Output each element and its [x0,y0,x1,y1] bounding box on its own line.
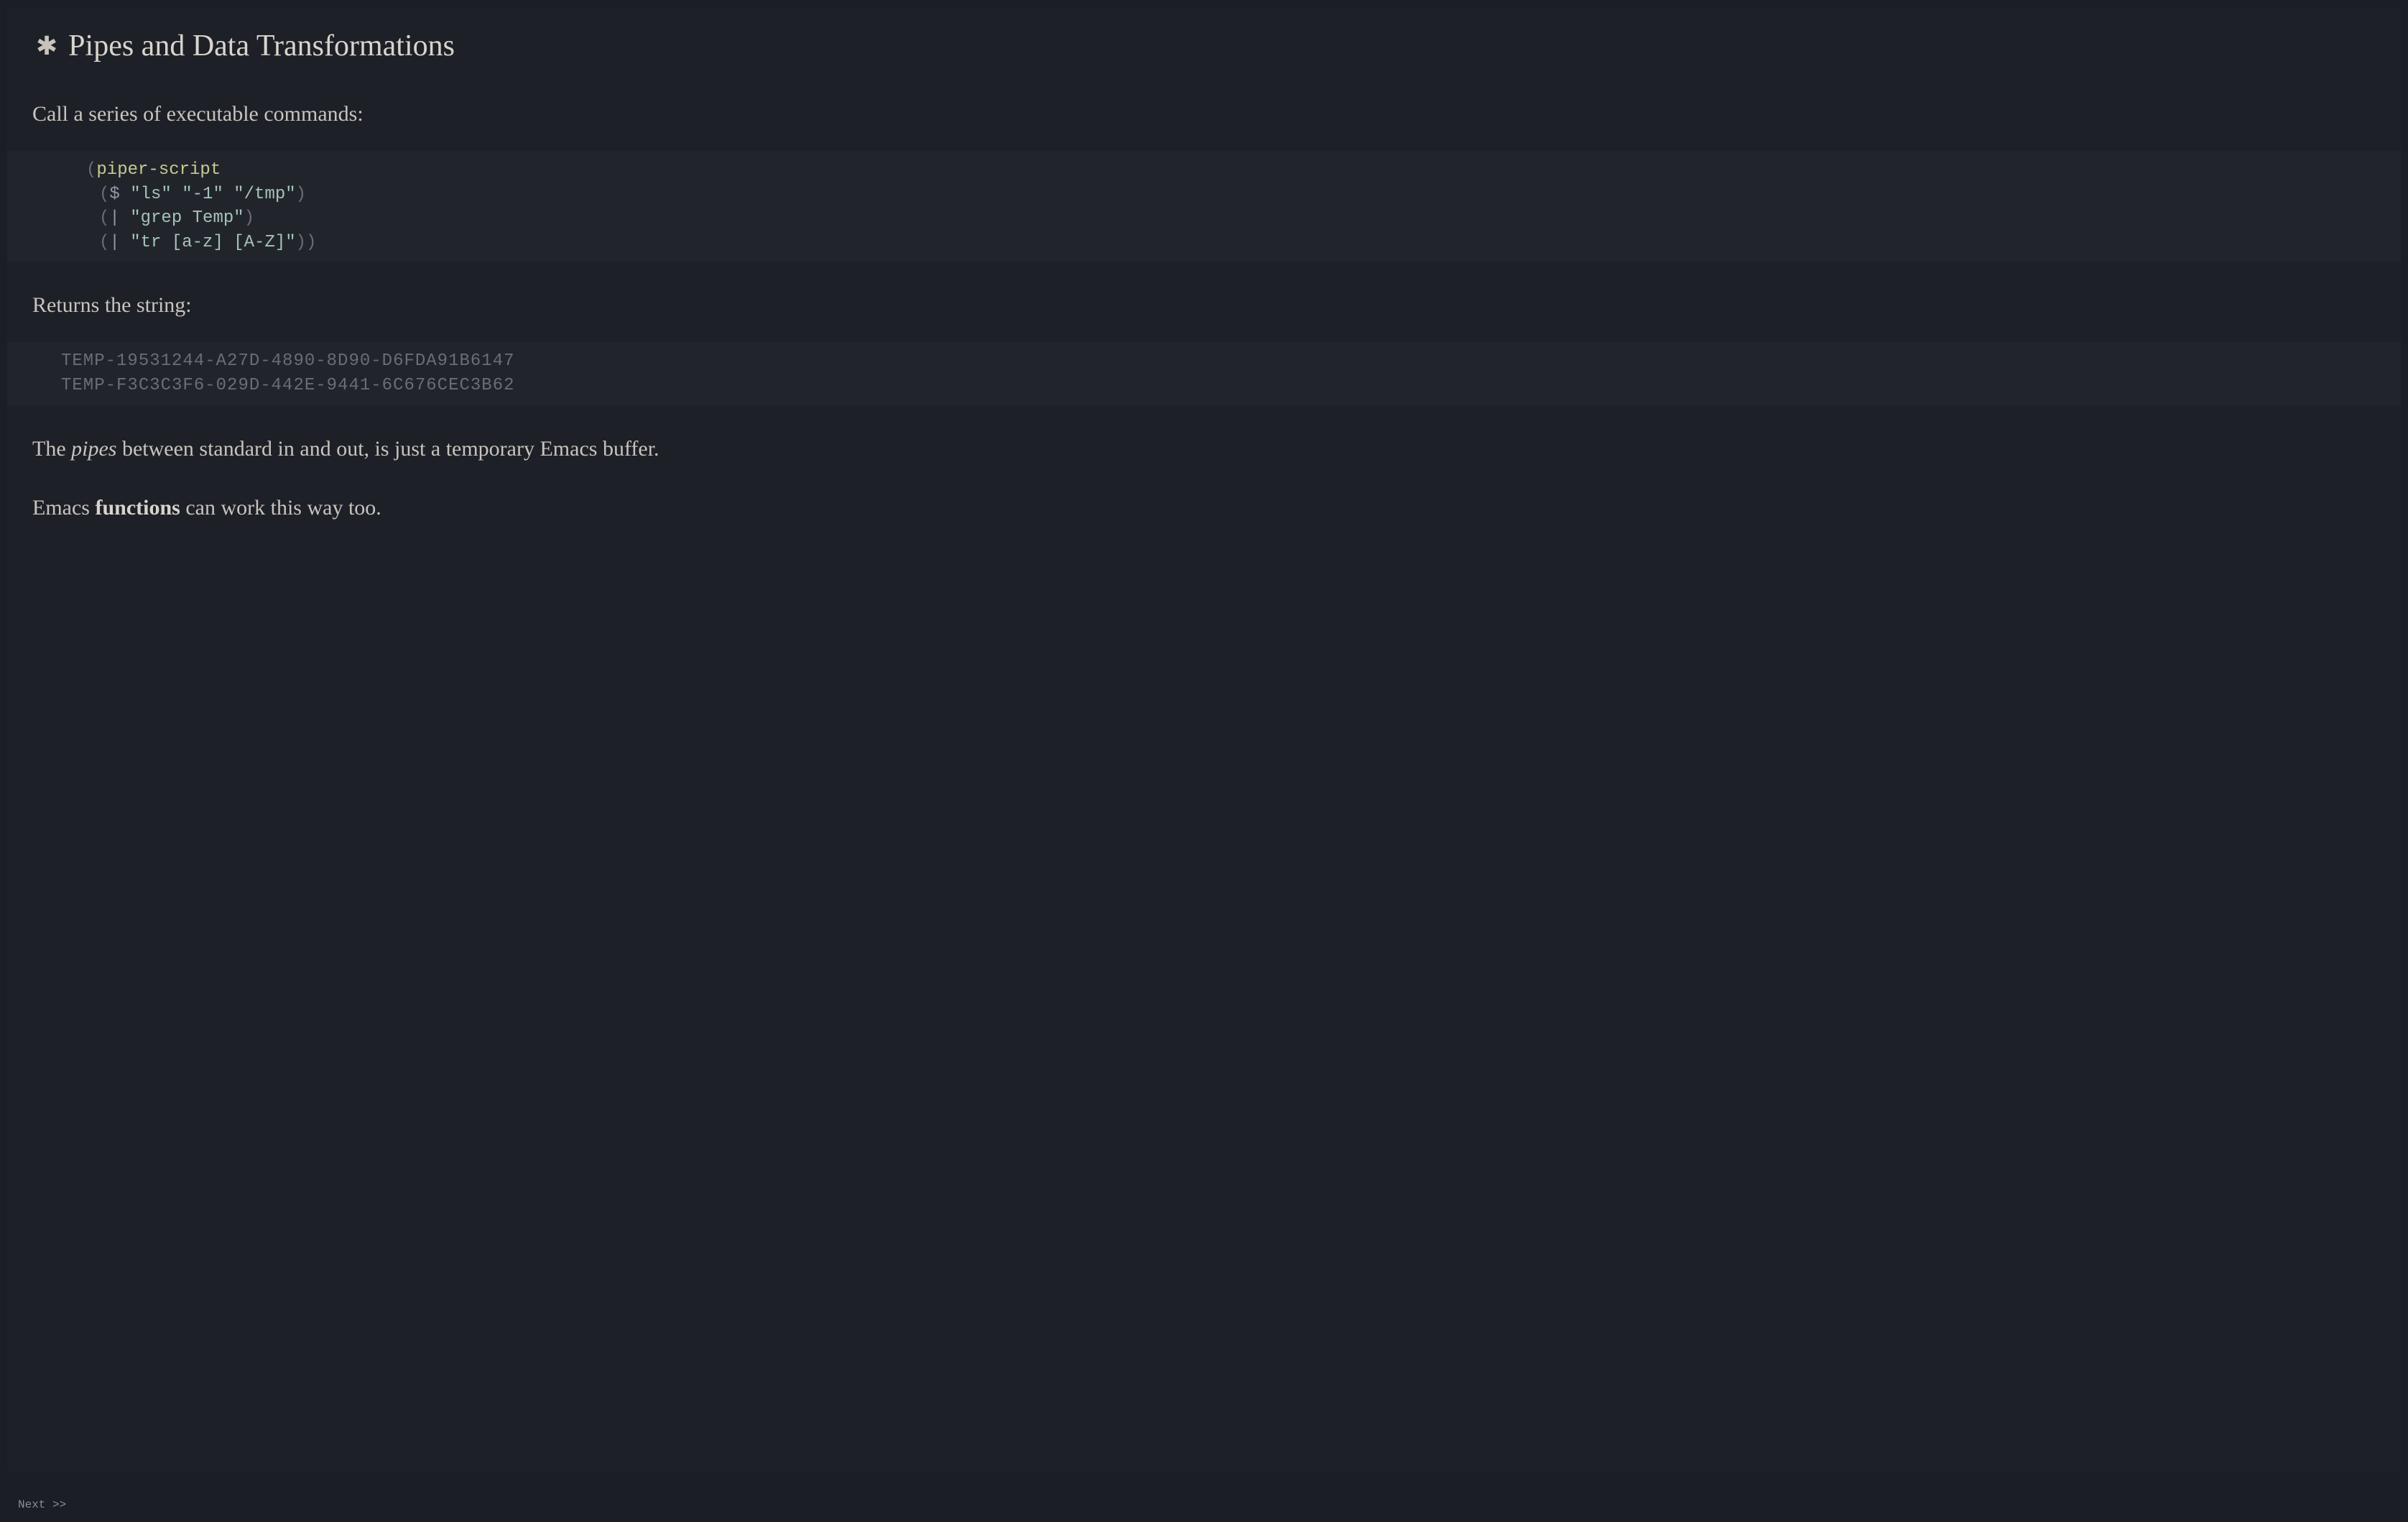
title-row: ✱ Pipes and Data Transformations [7,22,2401,70]
paragraph-functions: Emacs functions can work this way too. [7,486,2401,530]
paragraph-returns: Returns the string: [7,283,2401,328]
output-block: TEMP-19531244-A27D-4890-8D90-D6FDA91B614… [7,342,2401,405]
asterisk-icon: ✱ [36,33,57,59]
next-button[interactable]: Next >> [18,1498,66,1511]
string-literal: "grep Temp" [130,208,244,228]
operator-dollar: $ [109,185,119,204]
code-line: (| "tr [a-z] [A-Z]")) [7,231,2401,255]
paren-close: )) [296,233,317,252]
paren-close: ) [296,185,306,204]
slide-title: Pipes and Data Transformations [68,29,455,63]
code-line: (piper-script [7,158,2401,183]
output-line: TEMP-19531244-A27D-4890-8D90-D6FDA91B614… [7,349,2401,374]
string-literal: "/tmp" [233,185,295,204]
paragraph-intro: Call a series of executable commands: [7,92,2401,137]
code-block-script: (piper-script ($ "ls" "-1" "/tmp") (| "g… [7,151,2401,262]
operator-pipe: | [109,233,119,252]
paren-open: ( [99,233,109,252]
paragraph-pipes: The pipes between standard in and out, i… [7,427,2401,471]
paren-open: ( [99,185,109,204]
paren-open: ( [99,208,109,228]
paren-open: ( [86,160,96,180]
operator-pipe: | [109,208,119,228]
string-literal: "tr [a-z] [A-Z]" [130,233,295,252]
italic-text: pipes [71,437,116,461]
code-line: (| "grep Temp") [7,206,2401,231]
paren-close: ) [244,208,254,228]
string-literal: "ls" [130,185,172,204]
string-literal: "-1" [182,185,223,204]
output-line: TEMP-F3C3C3F6-029D-442E-9441-6C676CEC3B6… [7,374,2401,398]
code-line: ($ "ls" "-1" "/tmp") [7,183,2401,207]
slide-content: ✱ Pipes and Data Transformations Call a … [7,7,2401,1472]
function-name: piper-script [96,160,221,180]
bold-text: functions [95,496,180,520]
